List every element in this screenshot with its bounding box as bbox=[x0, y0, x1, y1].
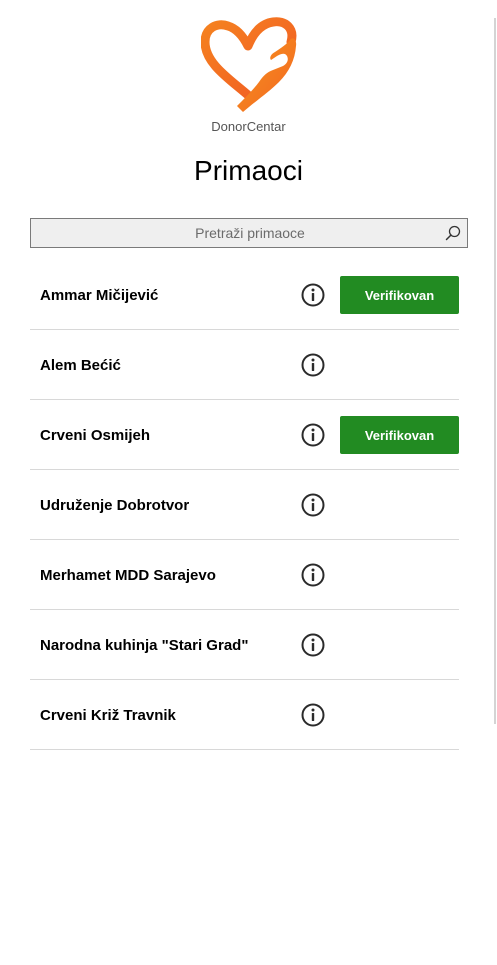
info-icon[interactable] bbox=[301, 353, 325, 377]
list-item: Ammar Mičijević Verifikovan bbox=[30, 260, 459, 330]
info-icon[interactable] bbox=[301, 563, 325, 587]
info-icon[interactable] bbox=[301, 633, 325, 657]
recipient-name: Merhamet MDD Sarajevo bbox=[40, 567, 216, 584]
heart-hand-icon bbox=[201, 16, 299, 112]
page-title: Primaoci bbox=[194, 155, 303, 186]
info-icon[interactable] bbox=[301, 493, 325, 517]
list-item: Narodna kuhinja "Stari Grad" bbox=[30, 610, 459, 680]
recipient-name: Ammar Mičijević bbox=[40, 287, 159, 304]
recipient-name: Udruženje Dobrotvor bbox=[40, 497, 190, 514]
list-item: Alem Bećić bbox=[30, 330, 459, 400]
recipients-page: DonorCentar Primaoci Ammar Mičijević Ver… bbox=[0, 0, 497, 965]
recipient-name: Crveni Križ Travnik bbox=[40, 707, 176, 724]
list-item: Udruženje Dobrotvor bbox=[30, 470, 459, 540]
recipient-list: Ammar Mičijević Verifikovan Alem Bećić C… bbox=[30, 260, 459, 750]
search-box[interactable] bbox=[30, 218, 468, 248]
info-icon[interactable] bbox=[301, 283, 325, 307]
brand-name: DonorCentar bbox=[211, 119, 286, 134]
list-item: Crveni Osmijeh Verifikovan bbox=[30, 400, 459, 470]
search-icon[interactable] bbox=[445, 225, 461, 241]
recipient-name: Narodna kuhinja "Stari Grad" bbox=[40, 637, 249, 654]
recipient-name: Crveni Osmijeh bbox=[40, 427, 151, 444]
info-icon[interactable] bbox=[301, 423, 325, 447]
list-item: Crveni Križ Travnik bbox=[30, 680, 459, 750]
verified-button[interactable]: Verifikovan bbox=[340, 276, 459, 314]
search-input[interactable] bbox=[31, 219, 441, 247]
info-icon[interactable] bbox=[301, 703, 325, 727]
verified-button[interactable]: Verifikovan bbox=[340, 416, 459, 454]
recipient-name: Alem Bećić bbox=[40, 357, 121, 374]
list-item: Merhamet MDD Sarajevo bbox=[30, 540, 459, 610]
